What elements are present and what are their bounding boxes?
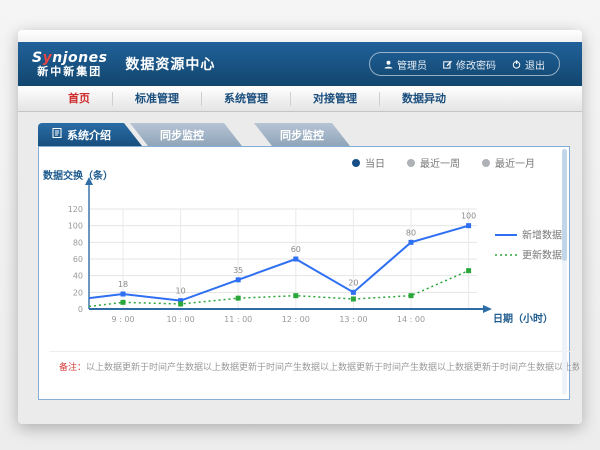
change-password-button[interactable]: 修改密码 <box>443 57 496 72</box>
svg-text:日期（小时）: 日期（小时） <box>493 312 553 325</box>
edit-icon <box>443 60 452 69</box>
tab-label: 系统介绍 <box>67 127 111 143</box>
svg-text:11 : 00: 11 : 00 <box>224 315 252 324</box>
filter-today[interactable]: 当日 <box>352 155 385 170</box>
svg-text:35: 35 <box>233 266 243 275</box>
user-menu-label: 退出 <box>525 57 545 72</box>
footnote-text: 以上数据更新于时间产生数据以上数据更新于时间产生数据以上数据更新于时间产生数据以… <box>86 363 579 373</box>
svg-text:更新数据: 更新数据 <box>522 249 562 262</box>
user-icon <box>384 60 393 69</box>
svg-text:数据交换（条）: 数据交换（条） <box>43 169 113 182</box>
svg-text:12 : 00: 12 : 00 <box>282 315 310 324</box>
brand-post: njones <box>52 50 107 66</box>
chart-canvas: 0 20 40 60 80 100 120 9 : 00 10 : 00 11 : 00 12 : … <box>39 169 569 341</box>
svg-text:14 : 00: 14 : 00 <box>397 315 425 324</box>
filter-last-month[interactable]: 最近一月 <box>482 155 535 170</box>
filter-label: 当日 <box>365 155 385 170</box>
svg-text:18: 18 <box>118 280 128 289</box>
brand-subtitle: 新中新集团 <box>32 66 107 78</box>
svg-text:20: 20 <box>348 278 358 287</box>
scrollbar-thumb[interactable] <box>562 149 567 261</box>
nav-item-home[interactable]: 首页 <box>46 92 113 106</box>
page-title: 数据资源中心 <box>125 54 215 74</box>
svg-text:0: 0 <box>78 305 83 314</box>
svg-text:80: 80 <box>73 238 83 247</box>
filter-last-week[interactable]: 最近一周 <box>407 155 460 170</box>
main-panel: 当日 最近一周 最近一月 0 20 40 60 80 100 120 9 : 00 10 : 0… <box>38 146 570 400</box>
user-menu: 管理员 修改密码 退出 <box>369 52 560 76</box>
svg-text:10 : 00: 10 : 00 <box>167 315 195 324</box>
footnote: 备注：以上数据更新于时间产生数据以上数据更新于时间产生数据以上数据更新于时间产生… <box>49 351 579 373</box>
svg-text:60: 60 <box>73 255 83 264</box>
document-icon <box>52 128 62 141</box>
desktop-background: Synjones 新中新集团 数据资源中心 管理员 修改密码 <box>0 0 600 450</box>
nav-item-interface-mgmt[interactable]: 对接管理 <box>291 92 380 106</box>
svg-text:120: 120 <box>68 205 83 214</box>
line-chart: 0 20 40 60 80 100 120 9 : 00 10 : 00 11 : 00 12 : … <box>39 169 569 341</box>
svg-text:10: 10 <box>176 287 186 296</box>
main-nav: 首页 标准管理 系统管理 对接管理 数据异动 <box>18 86 582 112</box>
svg-text:100: 100 <box>68 222 83 231</box>
logout-button[interactable]: 退出 <box>512 57 545 72</box>
window-top-strip <box>18 30 582 42</box>
user-menu-admin[interactable]: 管理员 <box>384 57 427 72</box>
tab-sync-monitor-2[interactable]: 同步监控 <box>232 123 398 146</box>
brand-pre: S <box>32 50 43 66</box>
footnote-prefix: 备注： <box>59 363 86 373</box>
content-area: 同步监控 同步监控 系统介绍 当日 <box>18 112 582 424</box>
radio-icon <box>352 159 360 167</box>
radio-icon <box>407 159 415 167</box>
svg-text:60: 60 <box>291 245 301 254</box>
panel-scrollbar[interactable] <box>562 149 567 395</box>
nav-item-standard-mgmt[interactable]: 标准管理 <box>113 92 202 106</box>
svg-text:13 : 00: 13 : 00 <box>339 315 367 324</box>
filter-label: 最近一周 <box>420 155 460 170</box>
nav-item-data-change[interactable]: 数据异动 <box>380 92 468 106</box>
user-menu-label: 管理员 <box>397 57 427 72</box>
svg-text:新增数据: 新增数据 <box>522 229 562 242</box>
radio-icon <box>482 159 490 167</box>
svg-text:100: 100 <box>461 212 476 221</box>
brand-accent: y <box>43 50 53 66</box>
tab-bar: 同步监控 同步监控 系统介绍 <box>38 123 378 146</box>
svg-text:40: 40 <box>73 272 83 281</box>
nav-item-system-mgmt[interactable]: 系统管理 <box>202 92 291 106</box>
brand-logo: Synjones 新中新集团 <box>32 51 107 77</box>
range-filters: 当日 最近一周 最近一月 <box>352 155 535 170</box>
svg-text:80: 80 <box>406 228 416 237</box>
tab-label: 同步监控 <box>280 127 324 143</box>
svg-text:20: 20 <box>73 288 83 297</box>
app-header: Synjones 新中新集团 数据资源中心 管理员 修改密码 <box>18 42 582 86</box>
brand-name: Synjones <box>32 51 107 66</box>
app-window: Synjones 新中新集团 数据资源中心 管理员 修改密码 <box>18 30 582 424</box>
tab-sync-monitor-1[interactable]: 同步监控 <box>130 123 272 146</box>
tab-label: 同步监控 <box>160 127 204 143</box>
svg-text:9 : 00: 9 : 00 <box>111 315 134 324</box>
user-menu-label: 修改密码 <box>456 57 496 72</box>
logout-icon <box>512 60 521 69</box>
filter-label: 最近一月 <box>495 155 535 170</box>
